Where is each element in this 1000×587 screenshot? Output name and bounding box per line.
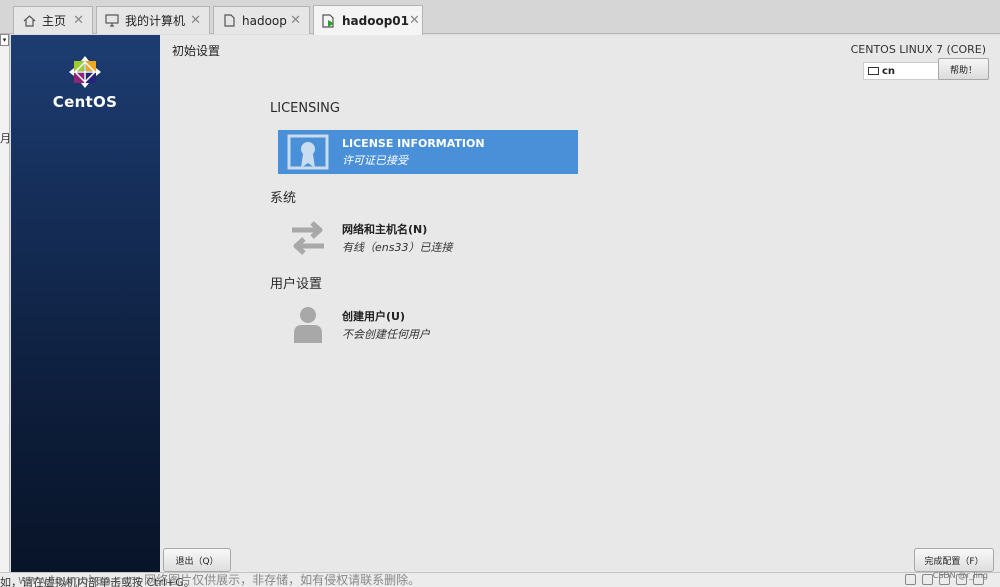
close-icon[interactable]: ✕	[190, 13, 201, 28]
close-icon[interactable]: ✕	[73, 13, 84, 28]
csdn-watermark: CSDN @r_ling	[932, 571, 988, 580]
centos-logo-icon	[69, 56, 101, 88]
installer-sidebar: CentOS	[11, 35, 160, 572]
watermark-text: www.toymoban.com 网络图片仅供展示，非存储，如有侵权请联系删除。	[18, 573, 421, 587]
spoke-title: 创建用户(U)	[342, 310, 405, 323]
home-icon	[22, 14, 36, 28]
license-icon	[284, 130, 332, 174]
section-title-user-settings: 用户设置	[270, 277, 323, 292]
host-cut-text: 月	[0, 132, 11, 145]
quit-button[interactable]: 退出（Q）	[163, 548, 231, 572]
keyboard-layout-label: cn	[882, 65, 896, 77]
tab-bar: 主页 ✕ 我的计算机 ✕ hadoop ✕ hadoop01 ✕	[0, 0, 1000, 35]
page-title: 初始设置	[172, 44, 221, 58]
host-side-panel: ▾ 月	[0, 34, 11, 587]
spoke-status: 有线（ens33）已连接	[342, 241, 453, 254]
tab-hadoop01[interactable]: hadoop01 ✕	[313, 5, 423, 35]
spoke-network-hostname[interactable]: 网络和主机名(N) 有线（ens33）已连接	[278, 216, 578, 260]
close-icon[interactable]: ✕	[290, 13, 301, 28]
tab-hadoop[interactable]: hadoop ✕	[213, 6, 310, 34]
spoke-title: LICENSE INFORMATION	[342, 136, 485, 150]
help-button[interactable]: 帮助！	[938, 58, 989, 80]
spoke-status: 许可证已接受	[342, 153, 408, 167]
keyboard-layout-indicator[interactable]: cn	[863, 62, 939, 80]
centos-logo: CentOS	[49, 55, 121, 111]
vm-running-icon	[322, 13, 336, 28]
network-arrows-icon	[284, 216, 332, 260]
computer-icon	[105, 14, 119, 28]
section-title-licensing: LICENSING	[270, 101, 340, 116]
os-name: CENTOS LINUX 7 (CORE)	[850, 43, 986, 56]
tab-label: 主页	[42, 14, 67, 28]
spoke-license-information[interactable]: LICENSE INFORMATION 许可证已接受	[278, 130, 578, 174]
vm-page-icon	[222, 14, 236, 28]
finish-configuration-button[interactable]: 完成配置（F）	[914, 548, 994, 572]
tab-my-computer[interactable]: 我的计算机 ✕	[96, 6, 210, 34]
keyboard-icon	[868, 67, 879, 75]
tab-label: hadoop	[242, 13, 287, 28]
device-icon[interactable]	[905, 574, 916, 585]
centos-logo-text: CentOS	[52, 93, 118, 111]
tab-label: hadoop01	[342, 13, 410, 28]
tab-label: 我的计算机	[125, 14, 186, 28]
spoke-create-user[interactable]: 创建用户(U) 不会创建任何用户	[278, 303, 578, 347]
tab-home[interactable]: 主页 ✕	[13, 6, 93, 34]
device-icon[interactable]	[922, 574, 933, 585]
user-icon	[284, 303, 332, 347]
dropdown-arrow-icon[interactable]: ▾	[0, 34, 9, 46]
spoke-status: 不会创建任何用户	[342, 328, 430, 341]
close-icon[interactable]: ✕	[409, 13, 420, 28]
section-title-system: 系统	[270, 191, 297, 206]
spoke-title: 网络和主机名(N)	[342, 223, 428, 236]
vm-screen[interactable]: CentOS 初始设置 CENTOS LINUX 7 (CORE) cn 帮助！…	[11, 35, 1000, 572]
